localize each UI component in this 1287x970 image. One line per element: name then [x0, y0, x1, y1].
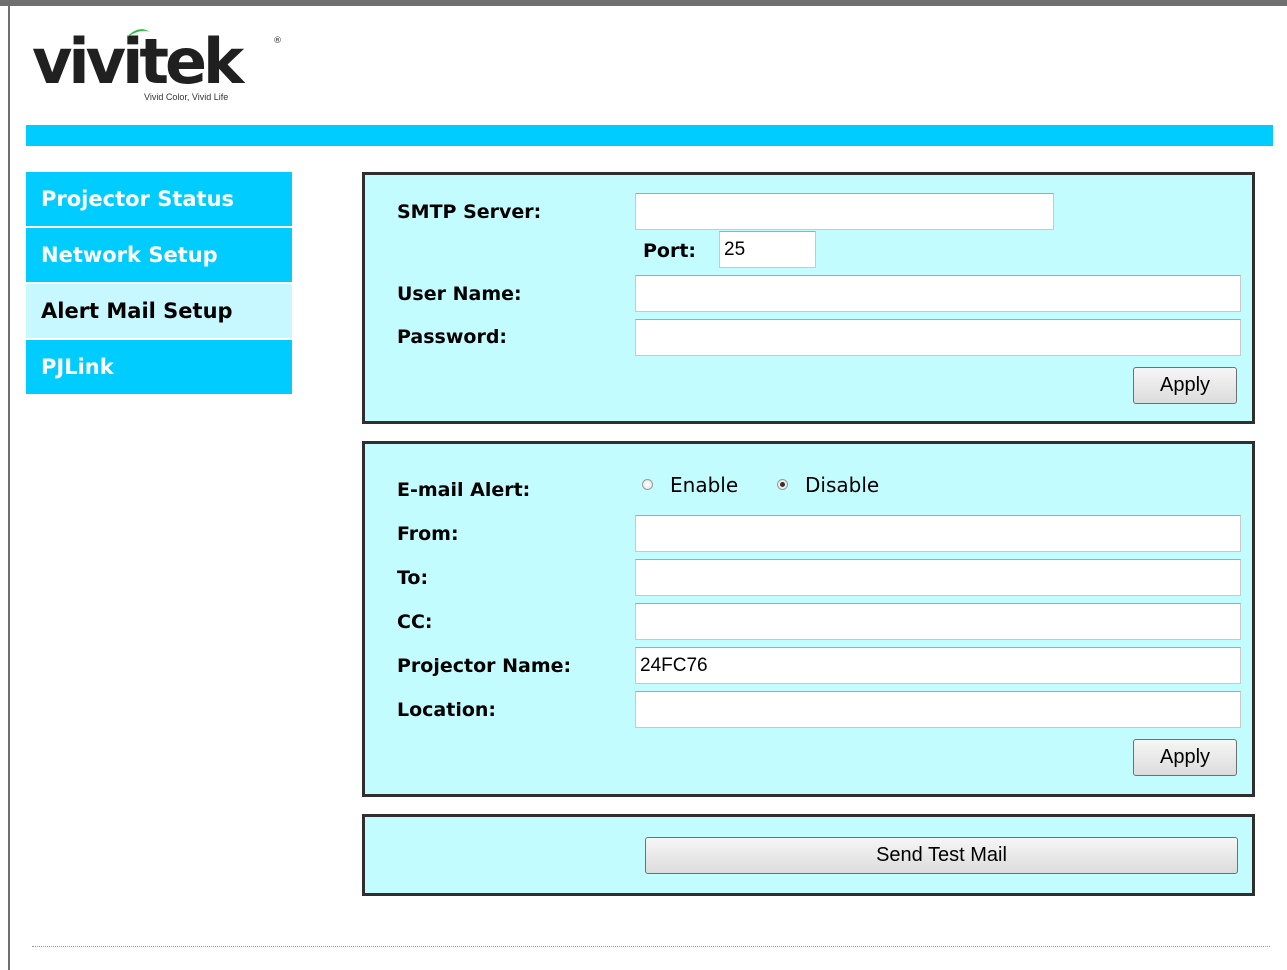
cc-label: CC: — [397, 611, 433, 633]
projector-name-input[interactable] — [635, 647, 1241, 684]
disable-radio[interactable] — [777, 479, 788, 490]
registered-mark: ® — [273, 36, 282, 46]
from-input[interactable] — [635, 515, 1241, 552]
from-label: From: — [397, 523, 459, 545]
footer-divider — [32, 946, 1270, 947]
to-input[interactable] — [635, 559, 1241, 596]
sidebar-item-alert-mail-setup[interactable]: Alert Mail Setup — [26, 284, 292, 338]
cc-input[interactable] — [635, 603, 1241, 640]
header-accent-bar — [26, 125, 1273, 146]
window-frame-left — [8, 6, 10, 970]
smtp-apply-button[interactable]: Apply — [1133, 367, 1237, 404]
port-label: Port: — [643, 240, 697, 262]
sidebar-item-pjlink[interactable]: PJLink — [26, 340, 292, 394]
email-alert-panel: E-mail Alert: Enable Disable From: To: C… — [362, 441, 1255, 797]
password-label: Password: — [397, 326, 508, 348]
disable-radio-label[interactable]: Disable — [805, 473, 879, 497]
location-label: Location: — [397, 699, 497, 721]
enable-radio[interactable] — [642, 479, 653, 490]
window-frame-top — [0, 0, 1287, 6]
send-test-mail-button[interactable]: Send Test Mail — [645, 837, 1238, 874]
to-label: To: — [397, 567, 429, 589]
enable-radio-label[interactable]: Enable — [670, 473, 738, 497]
password-input[interactable] — [635, 319, 1241, 356]
smtp-server-label: SMTP Server: — [397, 201, 542, 223]
projector-name-label: Projector Name: — [397, 655, 572, 677]
location-input[interactable] — [635, 691, 1241, 728]
user-name-label: User Name: — [397, 283, 522, 305]
email-alert-label: E-mail Alert: — [397, 479, 531, 501]
user-name-input[interactable] — [635, 275, 1241, 312]
test-mail-panel: Send Test Mail — [362, 814, 1255, 896]
sidebar-item-network-setup[interactable]: Network Setup — [26, 228, 292, 282]
sidebar-nav: Projector Status Network Setup Alert Mai… — [26, 172, 292, 396]
logo-tagline: Vivid Color, Vivid Life — [144, 92, 229, 102]
sidebar-item-projector-status[interactable]: Projector Status — [26, 172, 292, 226]
smtp-server-input[interactable] — [635, 193, 1054, 230]
smtp-settings-panel: SMTP Server: Port: User Name: Password: … — [362, 172, 1255, 424]
port-input[interactable] — [719, 231, 816, 268]
alert-apply-button[interactable]: Apply — [1133, 739, 1237, 776]
vivitek-logo: vivitek ® Vivid Color, Vivid Life — [32, 26, 282, 106]
logo-swoosh-icon — [126, 29, 150, 38]
